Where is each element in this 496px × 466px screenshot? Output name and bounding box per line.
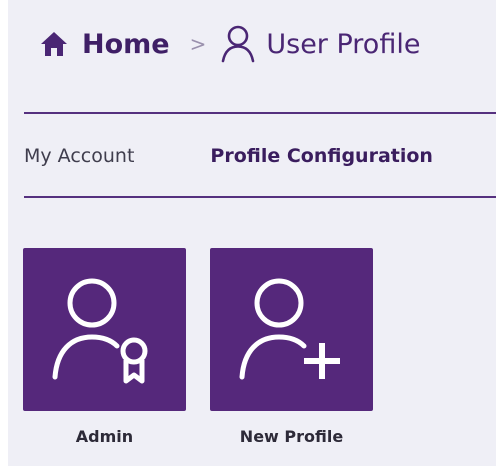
breadcrumb-current-label: User Profile xyxy=(266,28,421,60)
user-badge-icon xyxy=(52,278,147,383)
admin-profile-tile[interactable]: Admin xyxy=(23,248,186,446)
breadcrumb: Home > User Profile xyxy=(40,22,420,66)
profile-tiles: Admin New Profile xyxy=(23,248,397,446)
breadcrumb-home-label: Home xyxy=(82,28,170,60)
tab-bar: My Account Profile Configuration xyxy=(24,145,433,167)
home-icon xyxy=(41,32,67,56)
breadcrumb-current: User Profile xyxy=(220,25,420,63)
user-add-icon xyxy=(239,278,340,379)
admin-tile-label: Admin xyxy=(75,427,134,446)
admin-tile-box[interactable] xyxy=(23,248,186,411)
header-divider-top xyxy=(24,112,496,114)
new-profile-tile-box[interactable] xyxy=(210,248,373,411)
breadcrumb-home-link[interactable]: Home xyxy=(40,29,170,60)
tab-my-account[interactable]: My Account xyxy=(24,145,134,167)
tab-profile-configuration[interactable]: Profile Configuration xyxy=(210,145,433,167)
header-divider-bottom xyxy=(24,196,496,198)
breadcrumb-separator: > xyxy=(189,32,207,56)
new-profile-tile-label: New Profile xyxy=(239,427,344,446)
new-profile-tile[interactable]: New Profile xyxy=(210,248,373,446)
user-icon xyxy=(222,25,255,63)
